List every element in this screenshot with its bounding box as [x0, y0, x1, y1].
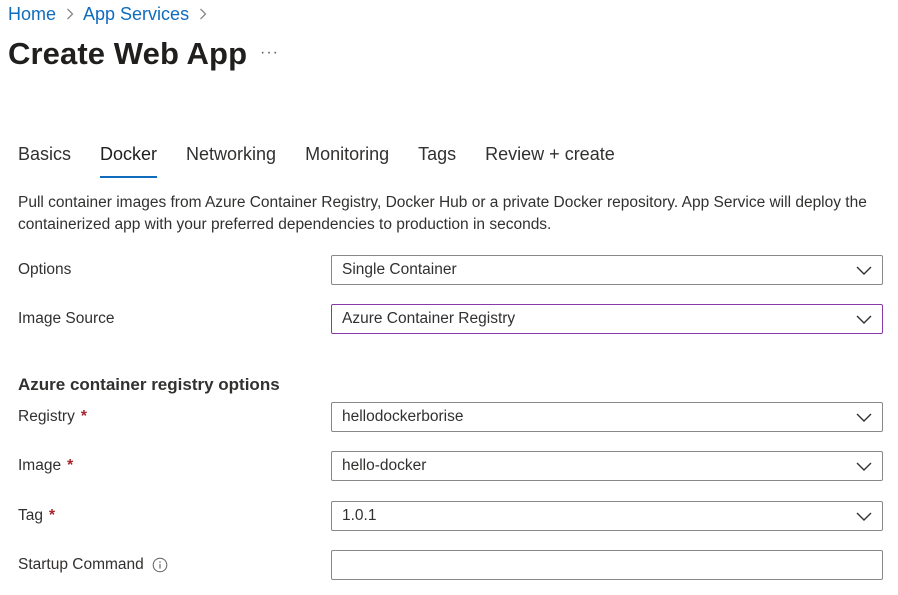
tab-networking[interactable]: Networking [186, 144, 276, 178]
startup-command-label-text: Startup Command [18, 556, 144, 573]
image-source-value: Azure Container Registry [342, 310, 516, 327]
tag-dropdown[interactable]: 1.0.1 [331, 501, 883, 531]
registry-label: Registry * [18, 408, 87, 426]
breadcrumb-app-services-link[interactable]: App Services [83, 4, 189, 25]
registry-row: Registry * hellodockerborise [18, 402, 884, 432]
options-dropdown[interactable]: Single Container [331, 255, 883, 285]
registry-label-text: Registry [18, 408, 75, 425]
tab-basics[interactable]: Basics [18, 144, 71, 178]
tab-bar: Basics Docker Networking Monitoring Tags… [18, 144, 644, 178]
image-label: Image * [18, 457, 73, 475]
image-source-label-text: Image Source [18, 310, 115, 327]
startup-command-row: Startup Command [18, 550, 884, 580]
tag-label: Tag * [18, 507, 55, 525]
tag-row: Tag * 1.0.1 [18, 501, 884, 531]
page-title: Create Web App [8, 36, 248, 71]
chevron-down-icon [856, 264, 872, 276]
chevron-down-icon [856, 313, 872, 325]
options-row: Options Single Container [18, 255, 884, 285]
tag-label-text: Tag [18, 507, 43, 524]
options-value: Single Container [342, 261, 457, 278]
image-row: Image * hello-docker [18, 451, 884, 481]
image-source-row: Image Source Azure Container Registry [18, 304, 884, 334]
startup-command-label: Startup Command [18, 556, 168, 574]
startup-command-input[interactable] [331, 550, 883, 580]
image-dropdown[interactable]: hello-docker [331, 451, 883, 481]
chevron-down-icon [856, 510, 872, 522]
required-marker: * [80, 408, 87, 425]
image-source-label: Image Source [18, 310, 115, 328]
page-description: Pull container images from Azure Contain… [18, 194, 867, 233]
registry-dropdown[interactable]: hellodockerborise [331, 402, 883, 432]
tab-review-create[interactable]: Review + create [485, 144, 615, 178]
chevron-right-icon [199, 8, 207, 20]
required-marker: * [67, 457, 74, 474]
image-value: hello-docker [342, 457, 427, 474]
tab-docker[interactable]: Docker [100, 144, 158, 178]
tag-value: 1.0.1 [342, 507, 377, 524]
registry-value: hellodockerborise [342, 408, 464, 425]
chevron-right-icon [66, 8, 74, 20]
more-options-button[interactable]: ··· [260, 44, 279, 62]
info-icon[interactable] [152, 557, 168, 573]
options-label: Options [18, 261, 71, 279]
breadcrumb: Home App Services [8, 3, 216, 25]
required-marker: * [49, 507, 56, 524]
image-source-dropdown[interactable]: Azure Container Registry [331, 304, 883, 334]
section-title: Azure container registry options [18, 375, 280, 394]
tab-monitoring[interactable]: Monitoring [305, 144, 389, 178]
options-label-text: Options [18, 261, 72, 278]
tab-tags[interactable]: Tags [418, 144, 456, 178]
breadcrumb-home-link[interactable]: Home [8, 4, 56, 25]
chevron-down-icon [856, 460, 872, 472]
chevron-down-icon [856, 411, 872, 423]
image-label-text: Image [18, 457, 62, 474]
